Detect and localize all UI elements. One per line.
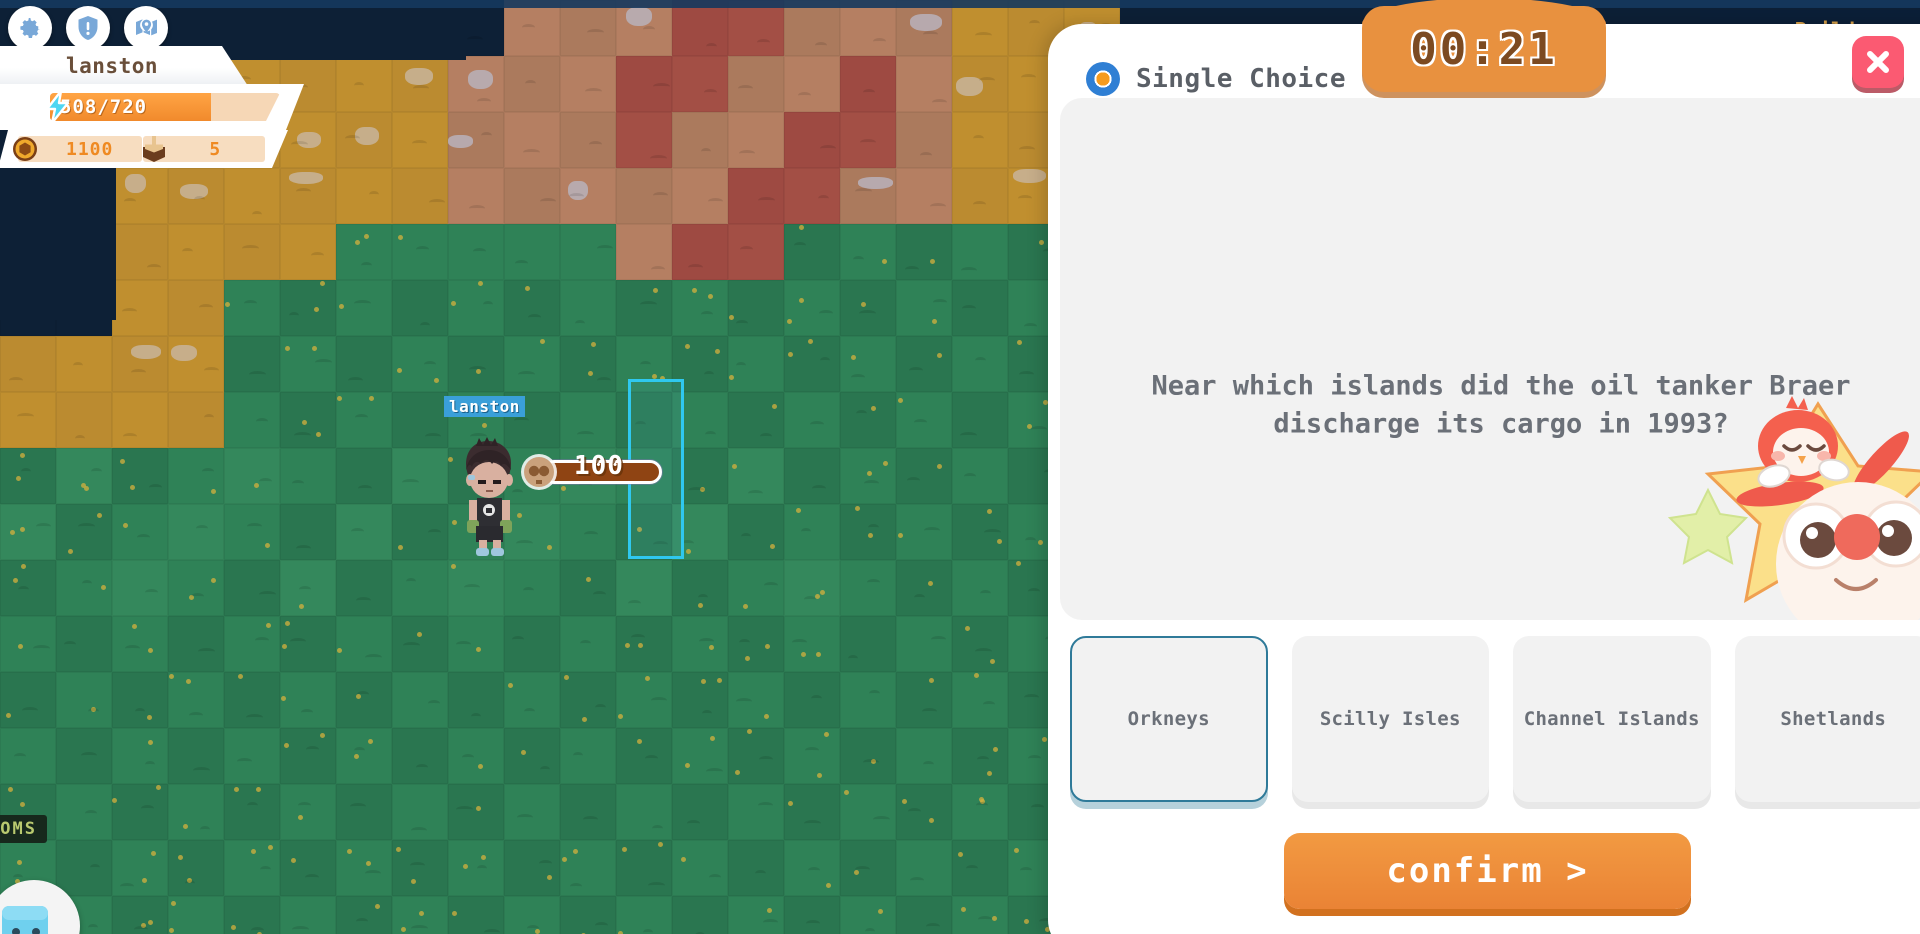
map-button[interactable] <box>124 6 168 50</box>
radio-selected-icon <box>1086 62 1120 96</box>
answer-label-3: Channel Islands <box>1523 708 1700 730</box>
quiz-timer: 00:21 <box>1362 0 1606 92</box>
room-name-label: OOMS <box>0 815 47 843</box>
close-button[interactable] <box>1852 36 1904 88</box>
shield-alert-icon <box>78 16 98 40</box>
game-screen: Build lanston <box>0 0 1920 934</box>
answer-option-1[interactable]: Orkneys <box>1070 636 1268 802</box>
resource-coins: 1100 <box>12 136 142 162</box>
timer-value: 00:21 <box>1410 23 1558 75</box>
gear-icon <box>20 18 41 38</box>
answer-option-2[interactable]: Scilly Isles <box>1291 636 1489 802</box>
answer-label-4: Shetlands <box>1780 708 1887 730</box>
map-pin-icon <box>136 18 157 36</box>
wood-crate-icon <box>143 136 166 162</box>
answer-label-1: Orkneys <box>1127 708 1210 730</box>
quiz-type-title: Single Choice <box>1136 64 1346 94</box>
confirm-button[interactable]: confirm > <box>1284 833 1691 909</box>
player-hud: lanston 508/720 1100 5 <box>0 46 316 168</box>
answer-label-2: Scilly Isles <box>1319 708 1461 730</box>
star-mascot-icon <box>1668 396 1920 620</box>
answer-option-3[interactable]: Channel Islands <box>1513 636 1711 802</box>
coin-icon <box>13 137 37 161</box>
answer-option-4[interactable]: Shetlands <box>1734 636 1920 802</box>
coin-value: 1100 <box>66 138 114 160</box>
lightning-bolt-icon <box>45 90 70 124</box>
settings-button[interactable] <box>8 6 52 50</box>
character-name-tag: lanston <box>444 396 525 417</box>
skull-icon <box>521 454 557 490</box>
avatar <box>466 437 513 556</box>
xp-bar-container: 508/720 <box>0 84 304 130</box>
xp-value: 508/720 <box>60 96 148 118</box>
close-icon <box>1867 51 1889 73</box>
confirm-button-label: confirm > <box>1386 851 1589 891</box>
top-left-button-group <box>8 6 168 50</box>
quests-button[interactable] <box>66 6 110 50</box>
wood-value: 5 <box>209 138 222 160</box>
player-name: lanston <box>66 54 159 78</box>
question-card: Near which islands did the oil tanker Br… <box>1060 98 1920 620</box>
player-name-plate: lanston <box>0 46 248 86</box>
resource-wood: 5 <box>137 136 266 162</box>
quiz-header: Single Choice <box>1086 62 1346 96</box>
answer-options: Orkneys Scilly Isles Channel Islands She… <box>1070 636 1920 802</box>
sky-strip <box>0 0 1920 8</box>
resource-bar: 1100 5 <box>0 130 288 168</box>
character-hp-value: 100 <box>574 451 624 481</box>
